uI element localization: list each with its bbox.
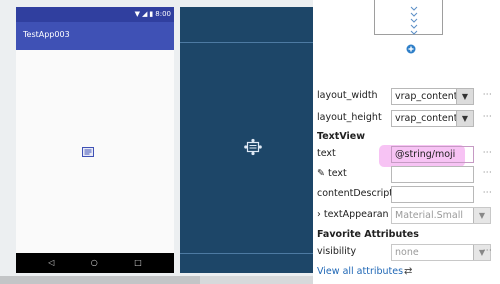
tools-text-row: ✎ text ··· [313, 163, 500, 185]
content-description-row: contentDescript ··· [313, 183, 500, 205]
swap-icon[interactable]: ⇄ [404, 266, 412, 277]
section-favorite-title: Favorite Attributes [317, 229, 419, 240]
layout-width-value: vrap_content [395, 91, 458, 102]
wifi-icon: ▼ [134, 10, 141, 18]
nav-home-icon[interactable]: ○ [91, 259, 98, 267]
layout-height-label: layout_height [317, 112, 382, 123]
layout-height-row: layout_height vrap_content ▼ ··· [313, 107, 500, 129]
visibility-select[interactable]: none ▼ [391, 244, 491, 261]
status-icons: ▼ ◢ ▮ 8:00 [135, 8, 171, 21]
textview-widget[interactable] [82, 142, 94, 161]
layout-height-value: vrap_content [395, 113, 458, 124]
design-surface[interactable]: ▼ ◢ ▮ 8:00 TestApp003 ◁ ○ □ [0, 0, 313, 284]
blueprint-guide-bottom [180, 253, 313, 254]
more-icon[interactable]: ··· [483, 189, 492, 197]
text-appearance-label[interactable]: › textAppearan [317, 204, 391, 226]
visibility-row: visibility none ▼ ··· [313, 241, 500, 263]
status-bar: ▼ ◢ ▮ 8:00 [16, 7, 174, 22]
tools-text-label-text: text [328, 168, 347, 179]
constraint-chevron-icon [410, 6, 418, 35]
text-appearance-value: Material.Small [395, 210, 463, 221]
content-description-input[interactable] [391, 186, 474, 203]
battery-icon: ▮ [149, 10, 154, 18]
expand-arrow-icon[interactable]: › [317, 209, 321, 220]
layout-width-row: layout_width vrap_content ▼ ··· [313, 85, 500, 107]
text-appearance-row: › textAppearan Material.Small ▼ [313, 204, 500, 226]
text-label: text [317, 148, 336, 159]
text-row: text @string/moji ··· [313, 143, 500, 167]
tools-text-input[interactable] [391, 166, 474, 183]
chevron-down-icon: ▼ [456, 89, 473, 104]
more-icon[interactable]: ··· [483, 91, 492, 99]
navigation-bar: ◁ ○ □ [16, 253, 174, 273]
nav-recents-icon[interactable]: □ [134, 259, 142, 267]
attributes-panel: layout_width vrap_content ▼ ··· layout_h… [313, 0, 500, 284]
layout-height-select[interactable]: vrap_content ▼ [391, 110, 474, 127]
tools-text-label: ✎ text [317, 163, 347, 185]
blueprint-textview-widget[interactable] [244, 138, 262, 160]
more-icon[interactable]: ··· [483, 169, 492, 177]
app-bar: TestApp003 [16, 22, 174, 50]
text-appearance-select[interactable]: Material.Small ▼ [391, 207, 491, 224]
signal-icon: ◢ [142, 10, 148, 18]
status-time: 8:00 [155, 10, 171, 18]
app-title: TestApp003 [23, 30, 70, 39]
section-textview-title: TextView [317, 131, 365, 142]
blueprint-guide-top [180, 42, 313, 43]
content-description-label: contentDescript [317, 188, 391, 199]
visibility-label: visibility [317, 246, 357, 257]
more-icon[interactable]: ··· [483, 247, 492, 255]
chevron-down-icon: ▼ [456, 111, 473, 126]
nav-back-icon[interactable]: ◁ [48, 259, 54, 267]
blueprint-selected-icon [244, 138, 262, 156]
more-icon[interactable]: ··· [483, 113, 492, 121]
layout-width-label: layout_width [317, 90, 378, 101]
pencil-icon: ✎ [317, 168, 325, 179]
blueprint-view[interactable] [180, 7, 313, 273]
scrollbar-thumb[interactable] [0, 276, 200, 284]
more-icon[interactable]: ··· [483, 149, 492, 157]
design-preview[interactable]: ▼ ◢ ▮ 8:00 TestApp003 ◁ ○ □ [16, 7, 174, 273]
visibility-value: none [395, 247, 419, 258]
view-all-attributes-link[interactable]: View all attributes [317, 266, 403, 277]
text-appearance-label-text: textAppearan [323, 209, 389, 220]
text-input-value: @string/moji [395, 149, 456, 160]
add-constraint-icon[interactable] [406, 44, 416, 54]
text-input[interactable]: @string/moji [391, 146, 474, 163]
textview-icon [82, 147, 94, 157]
chevron-down-icon: ▼ [473, 208, 490, 223]
layout-width-select[interactable]: vrap_content ▼ [391, 88, 474, 105]
